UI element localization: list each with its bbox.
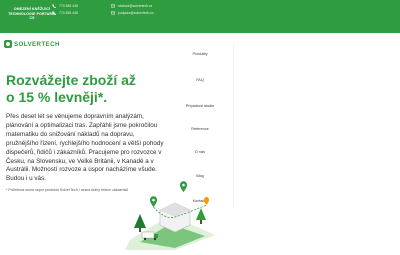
- contact-email-2[interactable]: podpora@solvertech.cz: [111, 11, 154, 15]
- logo-text: SOLVERTECH: [14, 40, 60, 48]
- nav-item-reference[interactable]: Reference: [170, 127, 230, 131]
- contact-email-1[interactable]: obchod@solvertech.cz: [111, 4, 152, 8]
- company-line-1: OMEZENÍ KNĚŽIJICÍ: [13, 7, 51, 11]
- nav-item-produkty[interactable]: Produkty: [170, 52, 230, 56]
- hero-headline: Rozvážejte zboží až o 15 % levněji*.: [6, 72, 166, 106]
- contact-email-2-text: podpora@solvertech.cz: [118, 11, 154, 15]
- mail-icon: [111, 11, 115, 15]
- phone-icon: [52, 4, 56, 9]
- nav-divider: [233, 43, 234, 208]
- mail-icon: [111, 4, 115, 8]
- nav-item-pripadove-studie[interactable]: Případové studie: [170, 104, 230, 108]
- company-name: OMEZENÍ KNĚŽIJICÍ TECHNOLOGIE PORTARIA C…: [7, 7, 57, 21]
- contact-email-1-text: obchod@solvertech.cz: [118, 4, 153, 8]
- nav-item-o-nas[interactable]: O nás: [170, 150, 230, 154]
- hero-illustration: [120, 170, 220, 250]
- map-pin-icon: [150, 196, 157, 207]
- phone-icon: [52, 11, 56, 16]
- nav-item-faq[interactable]: FAQ: [170, 78, 230, 82]
- company-line-3: CS: [29, 16, 35, 21]
- site-logo[interactable]: SOLVERTECH: [4, 39, 60, 49]
- contact-phone-2[interactable]: 774 845 446: [52, 11, 78, 16]
- hero-headline-line-1: Rozvážejte zboží až: [6, 72, 136, 88]
- contact-phone-1-text: 774 845 445: [59, 4, 78, 8]
- hero-headline-line-2: o 15 % levněji*.: [6, 89, 108, 105]
- contact-phone-1[interactable]: 774 845 445: [52, 4, 78, 9]
- contact-phone-2-text: 774 845 446: [59, 11, 78, 15]
- logo-mark-icon: [4, 40, 12, 48]
- top-bar: OMEZENÍ KNĚŽIJICÍ TECHNOLOGIE PORTARIA C…: [0, 0, 400, 33]
